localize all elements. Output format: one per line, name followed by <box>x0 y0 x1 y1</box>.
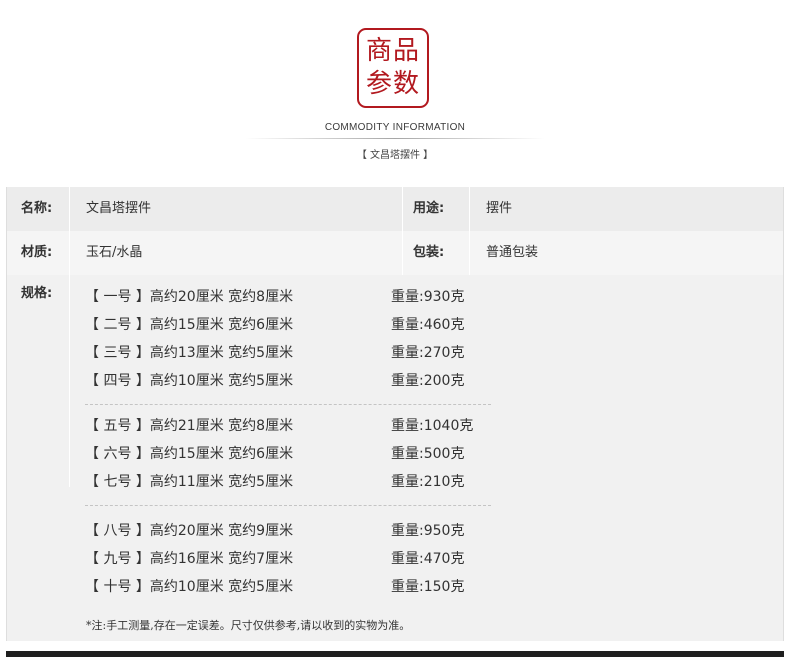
spec-weight: 重量:500克 <box>391 446 465 462</box>
spec-size: 【 七号 】高约11厘米 宽约5厘米 <box>85 474 294 490</box>
spec-row: 【 十号 】高约10厘米 宽约5厘米 重量:150克 <box>85 577 525 597</box>
spec-weight: 重量:460克 <box>391 317 465 333</box>
params-table: 名称: 文昌塔摆件 用途: 摆件 材质: 玉石/水晶 包装: 普通包装 规格: … <box>6 187 784 641</box>
product-params-seal: 商品 参数 <box>357 28 429 108</box>
packaging-value: 普通包装 <box>486 245 539 260</box>
column-divider <box>469 187 470 275</box>
spec-weight: 重量:930克 <box>391 289 465 305</box>
spec-size: 【 十号 】高约10厘米 宽约5厘米 <box>85 579 294 595</box>
spec-row: 【 六号 】高约15厘米 宽约6厘米 重量:500克 <box>85 444 525 464</box>
name-value: 文昌塔摆件 <box>86 201 152 216</box>
spec-weight: 重量:200克 <box>391 373 465 389</box>
spec-row: 【 二号 】高约15厘米 宽约6厘米 重量:460克 <box>85 315 525 335</box>
spec-size: 【 八号 】高约20厘米 宽约9厘米 <box>85 523 294 539</box>
spec-row: 【 五号 】高约21厘米 宽约8厘米 重量:1040克 <box>85 416 525 436</box>
params-row-name-usage: 名称: 文昌塔摆件 用途: 摆件 <box>7 187 783 231</box>
spec-row: 【 三号 】高约13厘米 宽约5厘米 重量:270克 <box>85 343 525 363</box>
spec-row: 【 九号 】高约16厘米 宽约7厘米 重量:470克 <box>85 549 525 569</box>
usage-label: 用途: <box>413 201 445 216</box>
measurement-note: *注:手工测量,存在一定误差。尺寸仅供参考,请以收到的实物为准。 <box>86 619 411 632</box>
material-label: 材质: <box>21 245 53 260</box>
spec-row: 【 一号 】高约20厘米 宽约8厘米 重量:930克 <box>85 287 525 307</box>
group-divider <box>85 404 491 405</box>
spec-size: 【 一号 】高约20厘米 宽约8厘米 <box>85 289 294 305</box>
spec-size: 【 四号 】高约10厘米 宽约5厘米 <box>85 373 294 389</box>
spec-size: 【 六号 】高约15厘米 宽约6厘米 <box>85 446 294 462</box>
spec-weight: 重量:270克 <box>391 345 465 361</box>
spec-size: 【 三号 】高约13厘米 宽约5厘米 <box>85 345 294 361</box>
spec-weight: 重量:470克 <box>391 551 465 567</box>
spec-size: 【 五号 】高约21厘米 宽约8厘米 <box>85 418 294 434</box>
bottom-bar <box>6 651 784 657</box>
spec-weight: 重量:150克 <box>391 579 465 595</box>
group-divider <box>85 505 491 506</box>
spec-size: 【 二号 】高约15厘米 宽约6厘米 <box>85 317 294 333</box>
spec-weight: 重量:210克 <box>391 474 465 490</box>
seal-line-2: 参数 <box>365 69 420 99</box>
spec-weight: 重量:950克 <box>391 523 465 539</box>
section-subtitle-cn: 【 文昌塔摆件 】 <box>356 150 434 161</box>
params-row-material-packaging: 材质: 玉石/水晶 包装: 普通包装 <box>7 231 783 275</box>
packaging-label: 包装: <box>413 245 445 260</box>
column-divider <box>69 187 70 487</box>
section-subtitle-en: COMMODITY INFORMATION <box>324 122 466 133</box>
spec-row: 【 四号 】高约10厘米 宽约5厘米 重量:200克 <box>85 371 525 391</box>
usage-value: 摆件 <box>486 201 513 216</box>
name-label: 名称: <box>21 201 53 216</box>
spec-row: 【 七号 】高约11厘米 宽约5厘米 重量:210克 <box>85 472 525 492</box>
spec-row: 【 八号 】高约20厘米 宽约9厘米 重量:950克 <box>85 521 525 541</box>
spec-label: 规格: <box>21 286 53 301</box>
seal-line-1: 商品 <box>365 36 420 66</box>
header-divider <box>245 138 545 139</box>
material-value: 玉石/水晶 <box>86 245 143 260</box>
spec-size: 【 九号 】高约16厘米 宽约7厘米 <box>85 551 294 567</box>
column-divider <box>402 187 403 275</box>
spec-weight: 重量:1040克 <box>391 418 474 434</box>
